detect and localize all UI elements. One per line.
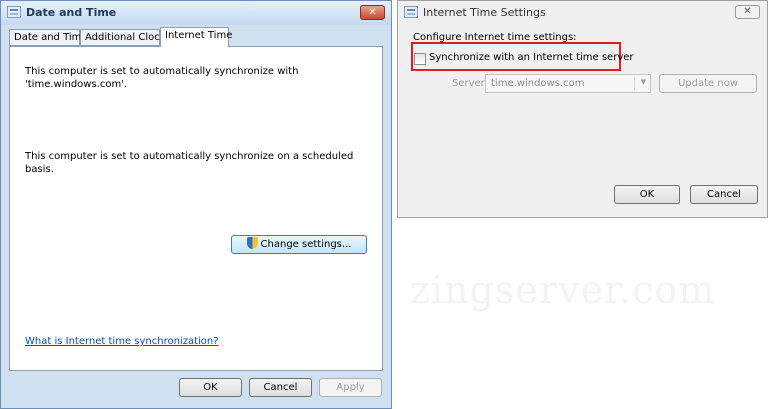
tab-additional-clocks[interactable]: Additional Clocks [80, 29, 171, 46]
ok-button[interactable]: OK [614, 185, 680, 204]
watermark: zingserver.com [410, 268, 716, 312]
close-icon: ✕ [368, 7, 377, 18]
close-icon: ✕ [743, 6, 752, 17]
sync-message: This computer is set to automatically sy… [25, 66, 299, 77]
tab-date-and-time[interactable]: Date and Time [9, 29, 88, 46]
sync-checkbox-label[interactable]: Synchronize with an Internet time server [429, 52, 634, 63]
schedule-message: This computer is set to automatically sy… [25, 151, 354, 175]
close-button[interactable]: ✕ [735, 5, 760, 19]
close-button[interactable]: ✕ [360, 5, 385, 20]
change-settings-label: Change settings... [260, 239, 352, 250]
calendar-clock-icon [404, 6, 418, 18]
chevron-down-icon: ▼ [640, 78, 646, 86]
cancel-button[interactable]: Cancel [249, 378, 312, 397]
ok-button[interactable]: OK [179, 378, 242, 397]
sync-server-line: 'time.windows.com'. [25, 79, 128, 90]
uac-shield-icon [246, 237, 258, 249]
update-now-button[interactable]: Update now [659, 74, 757, 93]
change-settings-button[interactable]: Change settings... [231, 235, 367, 254]
server-label: Server: [452, 78, 488, 89]
sync-checkbox[interactable] [414, 53, 426, 65]
help-link[interactable]: What is Internet time synchronization? [25, 336, 219, 347]
apply-button[interactable]: Apply [319, 378, 382, 397]
title-bar: Internet Time Settings ✕ [398, 1, 767, 25]
title-bar: Date and Time ✕ [1, 1, 391, 25]
combo-separator [634, 77, 635, 90]
window-title: Internet Time Settings [423, 6, 546, 19]
tab-internet-time[interactable]: Internet Time [160, 27, 232, 47]
window-title: Date and Time [26, 6, 117, 19]
date-and-time-window: Date and Time ✕ Date and Time Additional… [0, 0, 392, 409]
cancel-button[interactable]: Cancel [690, 185, 758, 204]
server-combobox[interactable]: time.windows.com ▼ [485, 74, 651, 93]
internet-time-settings-window: Internet Time Settings ✕ Configure Inter… [397, 0, 768, 218]
internet-time-panel: This computer is set to automatically sy… [9, 46, 383, 371]
calendar-clock-icon [7, 6, 21, 18]
server-value: time.windows.com [491, 78, 585, 89]
